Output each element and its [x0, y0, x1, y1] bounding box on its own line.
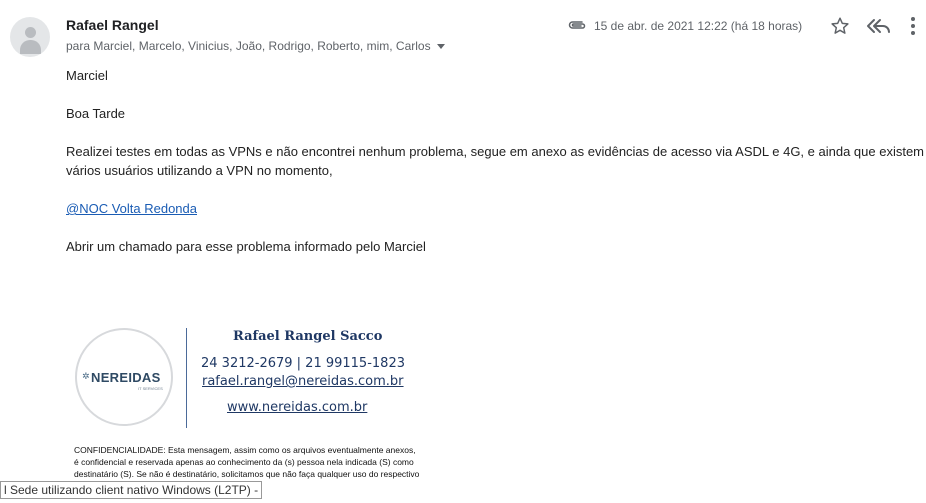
avatar-body: [20, 40, 41, 54]
paragraph-2: Abrir um chamado para esse problema info…: [66, 239, 426, 254]
avatar-head: [25, 27, 36, 38]
mention-link[interactable]: @NOC Volta Redonda: [66, 199, 197, 218]
attachment-tooltip: l Sede utilizando client nativo Windows …: [0, 481, 263, 499]
signature-name: Rafael Rangel Sacco: [233, 329, 383, 344]
paperclip-icon: [567, 18, 587, 37]
logo-subtext: IT SERVICES: [138, 386, 163, 391]
greeting: Marciel: [66, 68, 108, 83]
message-date[interactable]: 15 de abr. de 2021 12:22 (há 18 horas): [594, 19, 802, 33]
recipients-text: para Marciel, Marcelo, Vinicius, João, R…: [66, 39, 431, 53]
company-logo: ✲ NEREIDAS IT SERVICES: [75, 328, 173, 426]
logo-text: NEREIDAS: [91, 370, 161, 385]
reply-all-icon[interactable]: [866, 16, 892, 41]
confidentiality-line: é confidencial e reservada apenas ao con…: [74, 457, 414, 467]
signature-divider: [186, 328, 187, 428]
paragraph-line-2: vários usuários utilizando a VPN no mome…: [66, 163, 333, 178]
confidentiality-line: destinatário (S). Se não é destinatário,…: [74, 469, 420, 479]
confidentiality-notice: CONFIDENCIALIDADE: Esta mensagem, assim …: [74, 444, 474, 480]
sender-name[interactable]: Rafael Rangel: [66, 17, 159, 33]
sender-avatar[interactable]: [10, 17, 50, 57]
signature-website[interactable]: www.nereidas.com.br: [227, 400, 367, 415]
star-icon[interactable]: [829, 15, 851, 42]
signature-email[interactable]: rafael.rangel@nereidas.com.br: [202, 374, 404, 389]
salutation: Boa Tarde: [66, 106, 126, 121]
logo-mark-icon: ✲: [82, 371, 90, 381]
paragraph-line-1: Realizei testes em todas as VPNs e não e…: [66, 144, 925, 159]
recipients-dropdown[interactable]: para Marciel, Marcelo, Vinicius, João, R…: [66, 39, 445, 53]
chevron-down-icon[interactable]: [436, 44, 445, 50]
more-vert-icon[interactable]: [910, 16, 916, 41]
confidentiality-line: CONFIDENCIALIDADE: Esta mensagem, assim …: [74, 445, 416, 455]
signature-phones: 24 3212-2679 | 21 99115-1823: [201, 356, 405, 371]
